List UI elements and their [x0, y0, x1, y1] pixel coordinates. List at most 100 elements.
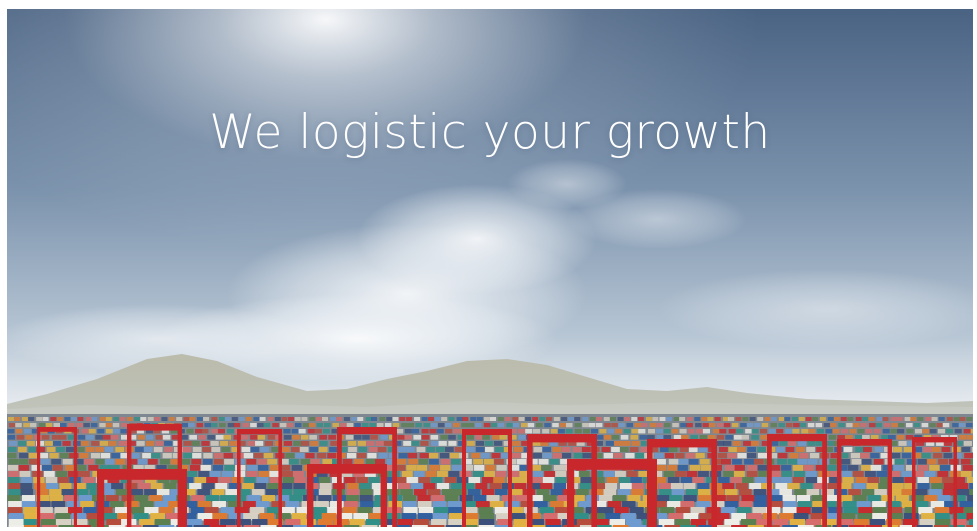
- container: [18, 441, 27, 446]
- container: [612, 495, 627, 502]
- container: [346, 483, 359, 490]
- container: [785, 429, 793, 434]
- container: [221, 447, 231, 453]
- container: [805, 477, 818, 484]
- container: [242, 423, 250, 428]
- container: [253, 453, 264, 459]
- container: [375, 441, 384, 446]
- container: [797, 525, 814, 527]
- container: [740, 423, 747, 428]
- container: [154, 417, 161, 421]
- container: [757, 453, 768, 459]
- container: [870, 465, 882, 471]
- container: [806, 489, 820, 496]
- container: [8, 501, 22, 509]
- container: [368, 447, 378, 453]
- container: [318, 477, 331, 484]
- container: [418, 477, 431, 484]
- container: [58, 525, 75, 527]
- container: [582, 429, 591, 434]
- container: [445, 429, 453, 434]
- container: [91, 417, 98, 421]
- container: [867, 495, 881, 502]
- container: [188, 423, 195, 428]
- container: [90, 453, 101, 459]
- container: [959, 501, 973, 509]
- container: [383, 441, 393, 446]
- container: [612, 525, 629, 527]
- container: [823, 423, 831, 428]
- container: [201, 441, 210, 446]
- container: [210, 441, 219, 446]
- container: [215, 483, 228, 490]
- container: [534, 501, 548, 509]
- container: [475, 501, 490, 509]
- container: [533, 447, 543, 453]
- container: [430, 423, 438, 428]
- container: [429, 429, 437, 434]
- container: [176, 417, 183, 421]
- container: [963, 429, 971, 434]
- container: [36, 417, 43, 421]
- container: [8, 525, 25, 527]
- container: [102, 435, 111, 440]
- container: [428, 525, 445, 527]
- container: [757, 465, 768, 471]
- container: [750, 441, 759, 446]
- container: [936, 423, 944, 428]
- container: [872, 501, 886, 509]
- container: [882, 417, 889, 421]
- container: [293, 525, 310, 527]
- container: [743, 441, 752, 446]
- container: [447, 501, 462, 509]
- container: [870, 435, 879, 440]
- container: [954, 429, 962, 434]
- container: [910, 417, 917, 421]
- container: [742, 417, 749, 421]
- container: [561, 453, 572, 459]
- container: [113, 417, 120, 421]
- container: [686, 423, 693, 428]
- container: [484, 441, 494, 446]
- container: [301, 417, 308, 421]
- container: [28, 417, 35, 421]
- container: [445, 447, 454, 453]
- container: [18, 459, 29, 465]
- container: [686, 417, 693, 421]
- container: [315, 417, 322, 421]
- container: [943, 453, 953, 459]
- container: [787, 483, 800, 490]
- container: [512, 417, 519, 421]
- container: [434, 417, 441, 421]
- container: [776, 429, 784, 434]
- container: [289, 495, 303, 502]
- container: [917, 477, 929, 484]
- container: [348, 441, 357, 446]
- container: [402, 501, 417, 509]
- container: [770, 417, 777, 421]
- container: [845, 435, 853, 440]
- container: [582, 453, 592, 459]
- container: [115, 459, 126, 465]
- container: [723, 423, 731, 428]
- container: [288, 417, 295, 421]
- container: [913, 423, 921, 428]
- container: [233, 423, 241, 428]
- container: [8, 489, 22, 496]
- container: [861, 459, 872, 465]
- container: [512, 423, 520, 428]
- container: [154, 501, 169, 509]
- container: [41, 465, 53, 471]
- container: [475, 423, 482, 428]
- container: [777, 459, 787, 465]
- container: [801, 429, 809, 434]
- container: [319, 483, 332, 490]
- container: [917, 459, 928, 465]
- container: [91, 441, 100, 446]
- container: [51, 459, 62, 465]
- container: [532, 453, 542, 459]
- container: [725, 435, 733, 440]
- container: [960, 459, 971, 465]
- container: [647, 435, 655, 440]
- container: [532, 429, 541, 434]
